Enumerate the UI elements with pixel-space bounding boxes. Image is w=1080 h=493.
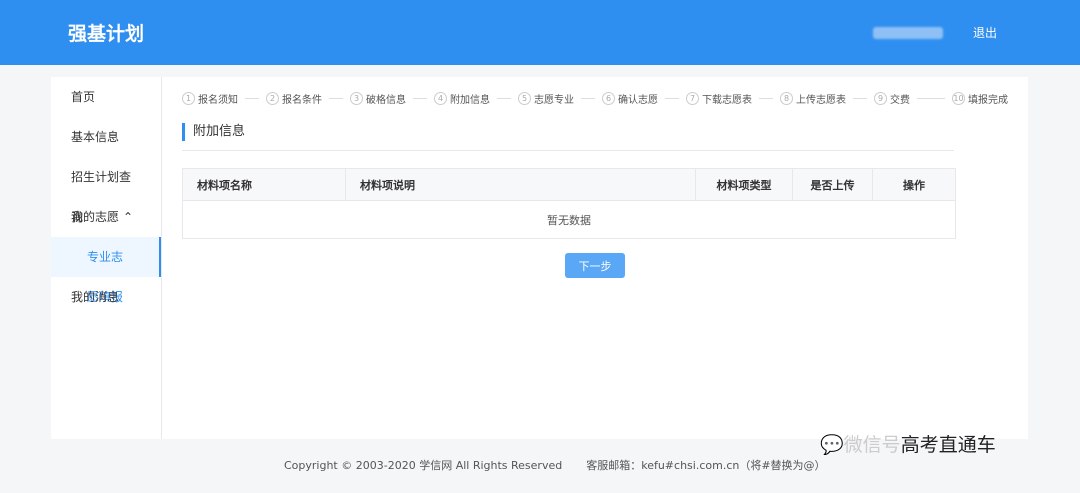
support-email: 客服邮箱：kefu#chsi.com.cn（将#替换为@） [586,459,826,472]
step-connector [497,98,511,99]
watermark: 💬微信号高考直通车 [820,430,996,457]
sidebar-item-label: 招生计划查询 [71,170,132,224]
step-label: 报名须知 [198,95,238,106]
step-label: 上传志愿表 [796,95,846,106]
footer: Copyright © 2003-2020 学信网 All Rights Res… [284,457,826,473]
empty-message: 暂无数据 [182,200,956,239]
materials-table: 材料项名称 材料项说明 材料项类型 是否上传 操作 暂无数据 [182,168,956,239]
column-header: 材料项名称 [182,168,346,201]
step-number: 3 [350,92,363,105]
step-item: 1 报名须知 [182,91,238,106]
step-connector [917,98,945,99]
main-area: 1 报名须知 2 报名条件 3 破格信息 4 附加信息 5 志愿专业 6 确认志愿 7 下载志愿表 8 上传志… [162,77,1028,439]
step-label: 志愿专业 [534,95,574,106]
step-connector [853,98,867,99]
top-header: 强基计划 退出 [0,0,1080,65]
sidebar-item-label: 我的志愿 [71,210,120,224]
step-item: 9 交费 [874,91,910,106]
step-connector [329,98,343,99]
step-item: 7 下载志愿表 [686,91,752,106]
step-number: 1 [182,92,195,105]
logout-link[interactable]: 退出 [973,24,997,41]
sidebar-item-messages[interactable]: 我的消息 [51,277,161,317]
step-connector [245,98,259,99]
step-number: 2 [266,92,279,105]
user-name-blurred [872,26,943,39]
watermark-name: 高考直通车 [900,434,996,456]
step-number: 10 [952,92,965,105]
sidebar-item-major-wish-fill[interactable]: 专业志愿填报 [51,237,161,304]
step-label: 填报完成 [968,95,1008,106]
step-item: 10 填报完成 [952,91,1008,106]
sidebar-item-label: 基本信息 [71,130,120,144]
step-number: 6 [602,92,615,105]
step-connector [759,98,773,99]
step-connector [413,98,427,99]
step-number: 8 [780,92,793,105]
step-label: 破格信息 [366,95,406,106]
content-panel: 首页 基本信息 招生计划查询 我的志愿 ⌃ 专业志愿填报 我的消息 1 报名须知 2 报… [51,77,1028,439]
sidebar-item-plan-query[interactable]: 招生计划查询 [51,157,161,224]
app-title: 强基计划 [68,23,145,45]
step-label: 附加信息 [450,95,490,106]
table-header-row: 材料项名称 材料项说明 材料项类型 是否上传 操作 [182,168,956,201]
column-header: 操作 [872,168,956,201]
step-item: 5 志愿专业 [518,91,574,106]
wechat-icon: 💬 [820,434,844,456]
copyright-text: Copyright © 2003-2020 学信网 All Rights Res… [284,459,563,472]
step-label: 交费 [890,95,910,106]
sidebar-item-home[interactable]: 首页 [51,77,161,117]
step-connector [581,98,595,99]
sidebar-item-label: 专业志愿填报 [87,250,124,304]
next-step-button[interactable]: 下一步 [565,253,625,278]
step-number: 5 [518,92,531,105]
column-header: 是否上传 [792,168,873,201]
table-row: 暂无数据 [182,200,956,239]
sidebar-item-basic-info[interactable]: 基本信息 [51,117,161,157]
step-item: 4 附加信息 [434,91,490,106]
chevron-up-icon: ⌃ [122,210,133,224]
step-item: 2 报名条件 [266,91,322,106]
step-item: 6 确认志愿 [602,91,658,106]
step-label: 报名条件 [282,95,322,106]
sidebar: 首页 基本信息 招生计划查询 我的志愿 ⌃ 专业志愿填报 我的消息 [51,77,162,439]
step-item: 8 上传志愿表 [780,91,846,106]
step-number: 9 [874,92,887,105]
step-number: 4 [434,92,447,105]
progress-steps: 1 报名须知 2 报名条件 3 破格信息 4 附加信息 5 志愿专业 6 确认志愿 7 下载志愿表 8 上传志… [182,91,1008,106]
column-header: 材料项类型 [695,168,793,201]
watermark-prefix: 微信号 [843,434,901,456]
divider [182,150,954,151]
step-connector [665,98,679,99]
step-label: 下载志愿表 [702,95,752,106]
step-label: 确认志愿 [618,95,658,106]
step-number: 7 [686,92,699,105]
sidebar-item-my-wishes[interactable]: 我的志愿 ⌃ [51,197,161,237]
sidebar-item-label: 我的消息 [71,290,120,304]
column-header: 材料项说明 [345,168,696,201]
sidebar-item-label: 首页 [71,90,96,104]
section-title: 附加信息 [182,123,1008,141]
step-item: 3 破格信息 [350,91,406,106]
